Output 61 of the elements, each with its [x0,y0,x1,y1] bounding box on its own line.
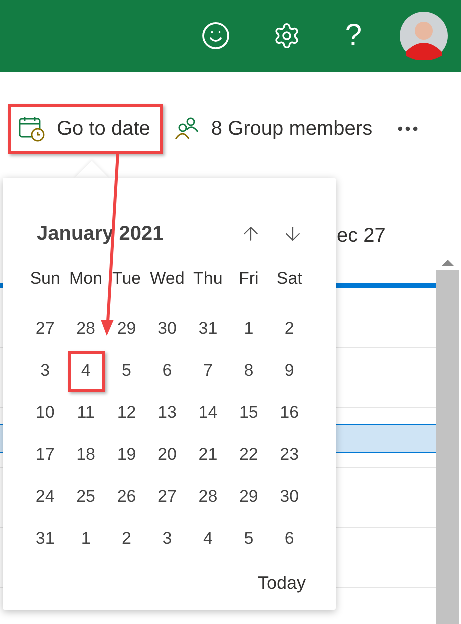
weekday-label: Sun [29,268,62,290]
scrollbar[interactable] [436,260,459,624]
day-button[interactable]: 6 [148,350,186,392]
day-button[interactable]: 28 [68,308,105,350]
day-button[interactable]: 22 [230,434,268,476]
day-button[interactable]: 1 [230,308,268,350]
day-button[interactable]: 24 [26,476,64,518]
avatar[interactable] [400,12,448,60]
day-button[interactable]: 6 [271,518,308,560]
column-header: ec 27 [337,224,386,249]
day-button[interactable]: 10 [26,392,64,434]
day-button[interactable]: 12 [108,392,146,434]
day-button[interactable]: 5 [230,518,268,560]
day-button[interactable]: 28 [190,476,227,518]
smiley-icon[interactable] [201,21,232,51]
day-button[interactable]: 18 [68,434,105,476]
help-button[interactable]: ? [345,21,362,51]
weekday-label: Fri [238,268,260,290]
day-button[interactable]: 2 [108,518,146,560]
day-button[interactable]: 23 [271,434,308,476]
day-button[interactable]: 3 [148,518,186,560]
day-button[interactable]: 19 [108,434,146,476]
day-button[interactable]: 3 [26,350,64,392]
today-button[interactable]: Today [258,570,306,597]
day-button[interactable]: 7 [190,350,227,392]
month-title: January 2021 [37,222,164,247]
day-button[interactable]: 30 [148,308,186,350]
day-button[interactable]: 27 [26,308,64,350]
day-button[interactable]: 8 [230,350,268,392]
people-icon [175,117,200,141]
day-button[interactable]: 29 [230,476,268,518]
day-button[interactable]: 25 [68,476,105,518]
day-button[interactable]: 13 [148,392,186,434]
weekday-label: Tue [111,268,142,290]
day-button[interactable]: 4 [190,518,227,560]
go-to-date-button[interactable]: Go to date [8,104,164,154]
weekday-label: Sat [276,268,304,290]
day-button[interactable]: 30 [271,476,308,518]
calendar-clock-icon [19,116,45,142]
settings-icon[interactable] [273,22,302,50]
day-button[interactable]: 9 [271,350,308,392]
day-button[interactable]: 5 [108,350,146,392]
day-button[interactable]: 4 [68,350,105,392]
day-button[interactable]: 15 [230,392,268,434]
day-button[interactable]: 11 [68,392,105,434]
day-button[interactable]: 2 [271,308,308,350]
day-button[interactable]: 20 [148,434,186,476]
day-button[interactable]: 17 [26,434,64,476]
weekday-label: Thu [192,268,224,290]
day-button[interactable]: 31 [26,518,64,560]
day-button[interactable]: 27 [148,476,186,518]
weekday-label: Wed [149,268,186,290]
day-button[interactable]: 31 [190,308,227,350]
day-button[interactable]: 26 [108,476,146,518]
day-button[interactable]: 16 [271,392,308,434]
day-button[interactable]: 1 [68,518,105,560]
day-button[interactable]: 14 [190,392,227,434]
weekday-label: Mon [68,268,104,290]
day-button[interactable]: 21 [190,434,227,476]
day-button[interactable]: 29 [108,308,146,350]
group-members-button[interactable]: 8 Group members [175,114,373,144]
